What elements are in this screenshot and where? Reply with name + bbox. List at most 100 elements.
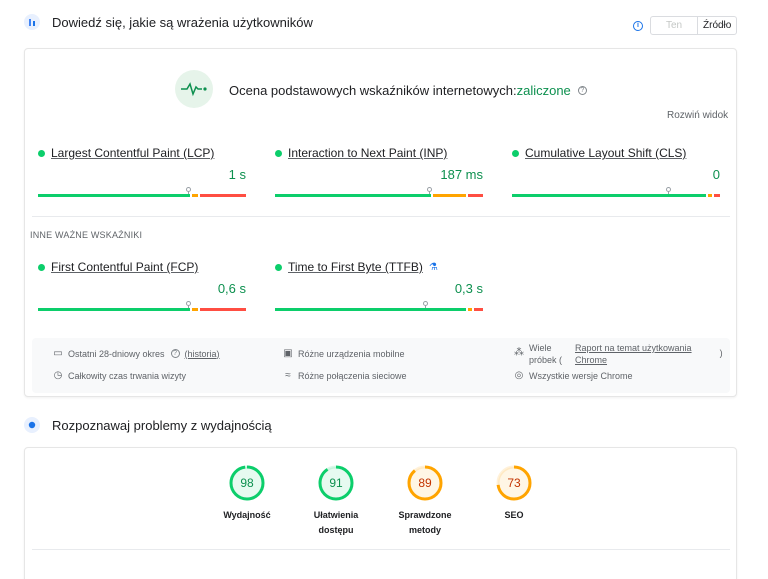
good-segment	[512, 194, 706, 197]
score-label: Wydajność	[223, 510, 271, 520]
metric-name[interactable]: Interaction to Next Paint (INP)	[288, 146, 447, 160]
samples-icon: ⁂	[514, 347, 524, 358]
cwv-assessment-title: Ocena podstawowych wskaźników internetow…	[229, 83, 587, 98]
scope-segmented-control: Ten URL Źródło	[650, 16, 738, 35]
distribution-bar	[38, 301, 246, 311]
good-status-dot	[38, 149, 45, 157]
score-value: 98	[240, 476, 254, 490]
score-value: 73	[507, 476, 521, 490]
metric-name[interactable]: Time to First Byte (TTFB)	[288, 260, 423, 274]
needs-improvement-segment	[468, 308, 472, 311]
help-icon[interactable]: ?	[577, 86, 587, 95]
metric-value: 0	[712, 167, 720, 182]
expand-view-button[interactable]: Rozwiń widok	[667, 110, 728, 121]
devices-label: Różne urządzenia mobilne	[298, 348, 405, 359]
needs-improvement-segment	[708, 194, 712, 197]
score-value: 91	[329, 476, 343, 490]
good-segment	[38, 194, 190, 197]
metric-inp: Interaction to Next Paint (INP) 187 ms	[275, 146, 483, 197]
poor-segment	[200, 308, 246, 311]
devices-icon: ▣	[283, 348, 293, 359]
other-metrics-label: INNE WAŻNE WSKAŹNIKI	[30, 230, 143, 240]
score-gauge[interactable]: 89 Sprawdzone metody	[384, 464, 466, 538]
score-gauge[interactable]: 98 Wydajność	[206, 464, 288, 523]
good-status-dot	[275, 149, 282, 157]
percentile-marker	[427, 187, 432, 192]
percentile-marker	[666, 187, 671, 192]
good-status-dot	[275, 263, 282, 271]
devices-info: ▣ Różne urządzenia mobilne	[283, 348, 405, 359]
period-label: Ostatni 28-dniowy okres	[68, 348, 165, 359]
score-gauge[interactable]: 91 Ułatwienia dostępu	[295, 464, 377, 538]
cwv-assessment-label: Ocena podstawowych wskaźników internetow…	[229, 83, 517, 98]
stopwatch-icon: ◷	[53, 370, 63, 381]
wifi-icon: ≈	[285, 370, 291, 381]
metric-lcp: Largest Contentful Paint (LCP) 1 s	[38, 146, 246, 197]
distribution-bar	[512, 187, 720, 197]
chrome-icon: ◎	[514, 370, 524, 381]
history-link[interactable]: (historia)	[185, 349, 220, 359]
percentile-marker	[186, 301, 191, 306]
metric-value: 187 ms	[440, 167, 483, 182]
distribution-bar	[275, 187, 483, 197]
help-icon[interactable]: ?	[170, 349, 180, 358]
divider	[32, 216, 730, 217]
metric-value: 0,6 s	[217, 281, 246, 296]
lighthouse-card	[24, 447, 737, 579]
perf-section-title: Rozpoznawaj problemy z wydajnością	[52, 417, 272, 433]
poor-segment	[200, 194, 246, 197]
metric-value: 0,3 s	[454, 281, 483, 296]
metric-value: 1 s	[228, 167, 246, 182]
metric-fcp: First Contentful Paint (FCP) 0,6 s	[38, 260, 246, 311]
distribution-bar	[38, 187, 246, 197]
divider	[32, 549, 730, 550]
needs-improvement-segment	[192, 194, 198, 197]
score-label: SEO	[504, 510, 524, 520]
cwv-status: zaliczone	[516, 83, 571, 98]
close-paren: )	[719, 348, 723, 358]
good-status-dot	[38, 263, 45, 271]
period-info: ▭ Ostatni 28-dniowy okres ? (historia)	[53, 348, 220, 359]
chrome-versions-info: ◎ Wszystkie wersje Chrome	[514, 370, 633, 381]
connections-info: ≈ Różne połączenia sieciowe	[283, 370, 407, 381]
needs-improvement-segment	[433, 194, 466, 197]
good-segment	[275, 308, 466, 311]
origin-option[interactable]: Źródło	[698, 17, 736, 34]
this-url-option[interactable]: Ten URL	[651, 17, 698, 34]
lighthouse-icon	[24, 417, 40, 433]
pulse-icon	[175, 70, 213, 108]
poor-segment	[474, 308, 483, 311]
distribution-bar	[275, 301, 483, 311]
score-label: Sprawdzone metody	[398, 510, 452, 535]
percentile-marker	[423, 301, 428, 306]
visit-duration-label: Całkowity czas trwania wizyty	[68, 370, 187, 381]
metric-name[interactable]: First Contentful Paint (FCP)	[51, 260, 198, 274]
percentile-marker	[186, 187, 191, 192]
metric-name[interactable]: Largest Contentful Paint (LCP)	[51, 146, 214, 160]
good-segment	[275, 194, 431, 197]
connections-label: Różne połączenia sieciowe	[298, 370, 407, 381]
metric-ttfb: Time to First Byte (TTFB) ⚗ 0,3 s	[275, 260, 483, 311]
score-label: Ułatwienia dostępu	[313, 510, 359, 535]
info-icon[interactable]: i	[633, 20, 643, 31]
calendar-icon: ▭	[53, 348, 63, 359]
poor-segment	[468, 194, 483, 197]
good-segment	[38, 308, 190, 311]
crux-report-link[interactable]: Raport na temat użytkowania Chrome	[575, 342, 692, 366]
needs-improvement-segment	[192, 308, 198, 311]
url-origin-toggle: i Ten URL Źródło	[633, 16, 738, 35]
visit-duration-info: ◷ Całkowity czas trwania wizyty	[53, 370, 186, 381]
poor-segment	[714, 194, 720, 197]
samples-info: ⁂ Wiele próbek ( Raport na temat użytkowa…	[514, 342, 723, 366]
chrome-versions-label: Wszystkie wersje Chrome	[529, 370, 633, 381]
good-status-dot	[512, 149, 519, 157]
crux-people-icon	[24, 14, 40, 30]
score-value: 89	[418, 476, 432, 490]
ux-section-title: Dowiedź się, jakie są wrażenia użytkowni…	[52, 14, 313, 30]
samples-label: Wiele próbek (	[529, 343, 563, 365]
ux-section-header: Dowiedź się, jakie są wrażenia użytkowni…	[24, 14, 313, 30]
metric-cls: Cumulative Layout Shift (CLS) 0	[512, 146, 720, 197]
score-gauge[interactable]: 73 SEO	[473, 464, 555, 523]
experimental-flask-icon: ⚗	[428, 261, 438, 273]
metric-name[interactable]: Cumulative Layout Shift (CLS)	[525, 146, 686, 160]
